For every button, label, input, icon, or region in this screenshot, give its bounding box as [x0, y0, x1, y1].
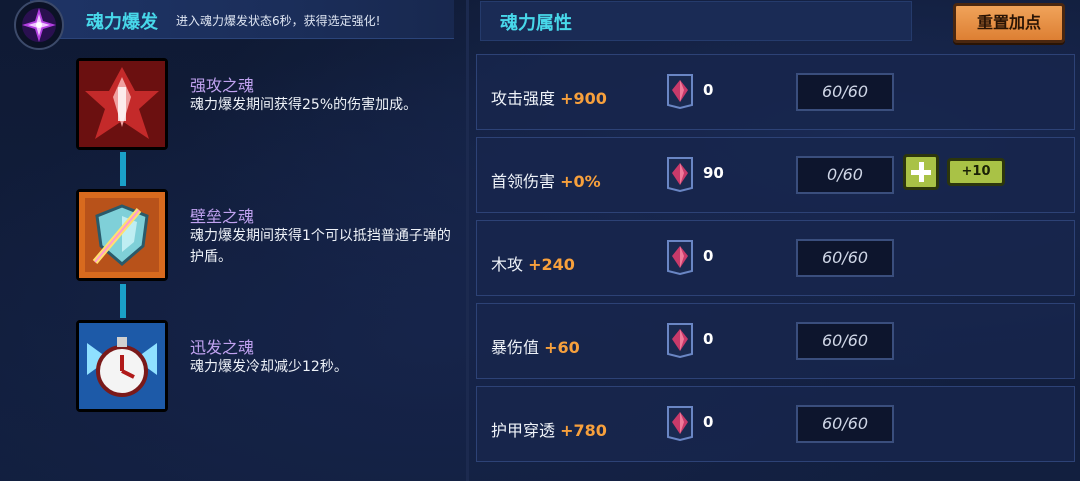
- soul-burst-panel: 魂力爆发 进入魂力爆发状态6秒，获得选定强化! 强攻之魂 魂力爆发期间获得25%…: [0, 0, 468, 481]
- burst-title: 魂力爆发: [86, 12, 158, 33]
- attributes-title: 魂力属性: [500, 13, 572, 34]
- skill-name: 强攻之魂: [190, 76, 255, 95]
- soul-burst-badge[interactable]: [14, 0, 64, 50]
- skill-chain-link: [120, 284, 126, 318]
- add-point-button[interactable]: [903, 154, 939, 190]
- burst-description: 进入魂力爆发状态6秒，获得选定强化!: [176, 14, 381, 28]
- gem-count: 0: [703, 330, 714, 348]
- attribute-row: 暴伤值 +60 0 60/60: [476, 303, 1075, 379]
- soul-gem-icon: [667, 74, 693, 109]
- red-crystal-icon: [79, 61, 165, 147]
- skill-icon-strong-attack[interactable]: [76, 58, 168, 150]
- attribute-level: 0/60: [796, 156, 894, 194]
- attribute-level: 60/60: [796, 239, 894, 277]
- attribute-row: 首领伤害 +0% 90 0/60 +10: [476, 137, 1075, 213]
- soul-star-icon: [22, 8, 56, 42]
- attribute-bonus: +900: [560, 89, 607, 108]
- attribute-name: 暴伤值 +60: [491, 338, 580, 357]
- skill-description: 魂力爆发期间获得25%的伤害加成。: [190, 97, 418, 113]
- attribute-level: 60/60: [796, 322, 894, 360]
- reset-points-button[interactable]: 重置加点: [953, 3, 1065, 43]
- gem-count: 0: [703, 81, 714, 99]
- attribute-bonus: +240: [528, 255, 575, 274]
- skill-description: 魂力爆发期间获得1个可以抵挡普通子弹的护盾。: [190, 228, 451, 265]
- skill-icon-swift[interactable]: [76, 320, 168, 412]
- attribute-bonus: +0%: [560, 172, 601, 191]
- gem-count: 0: [703, 247, 714, 265]
- attribute-row: 护甲穿透 +780 0 60/60: [476, 386, 1075, 462]
- soul-gem-icon: [667, 157, 693, 192]
- gem-count: 0: [703, 413, 714, 431]
- attribute-name: 护甲穿透 +780: [491, 421, 607, 440]
- attribute-level: 60/60: [796, 405, 894, 443]
- panel-divider: [466, 0, 469, 481]
- attribute-bonus: +780: [560, 421, 607, 440]
- skill-name: 迅发之魂: [190, 338, 255, 357]
- attribute-level: 60/60: [796, 73, 894, 111]
- skill-icon-bulwark[interactable]: [76, 189, 168, 281]
- soul-gem-icon: [667, 323, 693, 358]
- add-ten-points-button[interactable]: +10: [947, 158, 1005, 186]
- soul-gem-icon: [667, 406, 693, 441]
- attribute-row: 攻击强度 +900 0 60/60: [476, 54, 1075, 130]
- attribute-row: 木攻 +240 0 60/60: [476, 220, 1075, 296]
- attribute-bonus: +60: [544, 338, 580, 357]
- attribute-name: 木攻 +240: [491, 255, 575, 274]
- gem-count: 90: [703, 164, 724, 182]
- attribute-name: 首领伤害 +0%: [491, 172, 601, 191]
- clock-icon: [79, 323, 165, 409]
- attribute-name: 攻击强度 +900: [491, 89, 607, 108]
- shield-icon: [79, 192, 165, 278]
- skill-chain-link: [120, 152, 126, 186]
- skill-name: 壁垒之魂: [190, 207, 255, 226]
- skill-description: 魂力爆发冷却减少12秒。: [190, 359, 348, 375]
- soul-gem-icon: [667, 240, 693, 275]
